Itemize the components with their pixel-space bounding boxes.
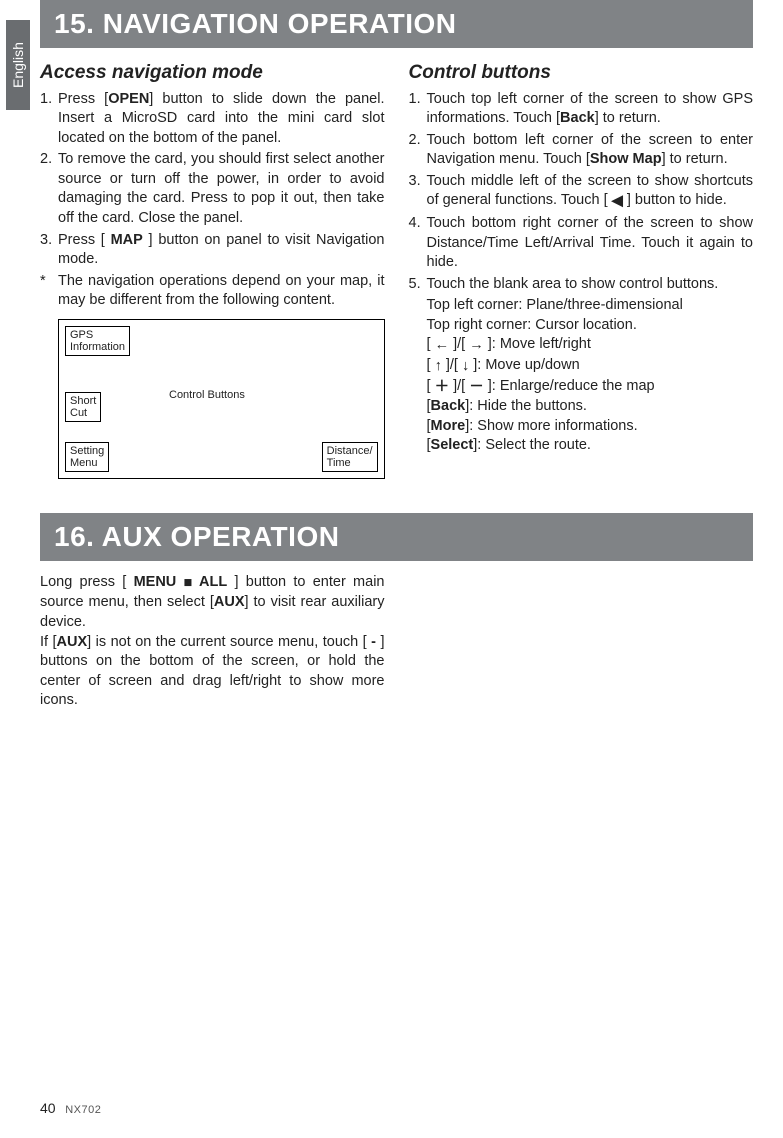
screen-layout-diagram: GPS Information Short Cut Setting Menu C… — [58, 319, 385, 479]
t: ]: Select the route. — [473, 437, 591, 453]
all-label: ALL — [192, 574, 227, 590]
t: Press [ — [58, 91, 108, 107]
plus-icon: ＋ — [435, 378, 450, 398]
t: Press [ — [58, 232, 111, 248]
num: 5. — [409, 275, 427, 295]
num-1: 1. — [40, 90, 58, 149]
num: 3. — [409, 172, 427, 212]
more-label: More — [431, 418, 466, 434]
language-tab: English — [6, 20, 30, 110]
aux-column: Long press [ MENU ■ ALL ] button to ente… — [40, 573, 385, 711]
right-column: Control buttons 1. Touch top left corner… — [409, 60, 754, 479]
minus-icon: － — [469, 378, 484, 398]
t: [ — [427, 357, 435, 373]
ctrl-step-5-text: Touch the blank area to show control but… — [427, 275, 754, 295]
diagram-control-label: Control Buttons — [169, 388, 245, 403]
aux-para-2: If [AUX] is not on the current source me… — [40, 633, 385, 711]
t: ]: Hide the buttons. — [465, 398, 587, 414]
menu-label: MENU — [134, 574, 184, 590]
nav-note-text: The navigation operations depend on your… — [58, 272, 385, 311]
t: [ — [427, 378, 435, 394]
top-left-line: Top left corner: Plane/three-dimensional — [409, 296, 754, 316]
arrow-left-icon: ← — [435, 336, 450, 356]
num: 2. — [409, 131, 427, 170]
nav-step-2: 2. To remove the card, you should first … — [40, 150, 385, 228]
num-2: 2. — [40, 150, 58, 228]
top-right-line: Top right corner: Cursor location. — [409, 316, 754, 336]
t: Long press [ — [40, 574, 134, 590]
chevron-left-icon: ◀ — [612, 192, 623, 212]
square-icon: ■ — [184, 574, 193, 594]
t: ] is not on the current source menu, tou… — [87, 634, 371, 650]
t: ]/[ — [449, 336, 469, 352]
nav-step-3-text: Press [ MAP ] button on panel to visit N… — [58, 231, 385, 270]
nav-step-1-text: Press [OPEN] button to slide down the pa… — [58, 90, 385, 149]
back-label: Back — [431, 398, 466, 414]
num: 4. — [409, 214, 427, 273]
arrow-up-icon: ↑ — [435, 357, 442, 377]
page-footer: 40 NX702 — [40, 1100, 101, 1116]
ctrl-step-1: 1. Touch top left corner of the screen t… — [409, 90, 754, 129]
t: [ — [427, 336, 435, 352]
model-label: NX702 — [65, 1104, 101, 1116]
ctrl-step-2: 2. Touch bottom left corner of the scree… — [409, 131, 754, 170]
section-15-title: 15. NAVIGATION OPERATION — [40, 0, 753, 48]
ctrl-step-2-text: Touch bottom left corner of the screen t… — [427, 131, 754, 170]
arrow-right-icon: → — [469, 336, 484, 356]
t: ]/[ — [449, 378, 469, 394]
ctrl-step-3: 3. Touch middle left of the screen to sh… — [409, 172, 754, 212]
diagram-gps-box: GPS Information — [65, 326, 130, 356]
t: ] button to hide. — [623, 192, 727, 208]
t: If [ — [40, 634, 57, 650]
t: ]/[ — [442, 357, 462, 373]
map-label: MAP — [111, 232, 143, 248]
control-buttons-heading: Control buttons — [409, 60, 754, 86]
ctrl-step-3-text: Touch middle left of the screen to show … — [427, 172, 754, 212]
diagram-shortcut-box: Short Cut — [65, 392, 101, 422]
aux-label: AUX — [57, 634, 88, 650]
empty-column — [409, 573, 754, 711]
t: ]: Show more informations. — [465, 418, 637, 434]
open-label: OPEN — [108, 91, 149, 107]
aux-para-1: Long press [ MENU ■ ALL ] button to ente… — [40, 573, 385, 633]
line-left-right: [ ← ]/[ → ]: Move left/right — [409, 335, 754, 356]
line-select: [Select]: Select the route. — [409, 436, 754, 456]
asterisk: * — [40, 272, 58, 311]
line-up-down: [ ↑ ]/[ ↓ ]: Move up/down — [409, 356, 754, 377]
ctrl-step-5: 5. Touch the blank area to show control … — [409, 275, 754, 295]
ctrl-step-4: 4. Touch bottom right corner of the scre… — [409, 214, 754, 273]
page-number: 40 — [40, 1100, 56, 1116]
select-label: Select — [431, 437, 474, 453]
t: ]: Move up/down — [469, 357, 579, 373]
num-3: 3. — [40, 231, 58, 270]
nav-step-2-text: To remove the card, you should first sel… — [58, 150, 385, 228]
line-more: [More]: Show more informations. — [409, 417, 754, 437]
nav-step-1: 1. Press [OPEN] button to slide down the… — [40, 90, 385, 149]
diagram-distance-box: Distance/ Time — [322, 442, 378, 472]
num: 1. — [409, 90, 427, 129]
t: ] to return. — [662, 151, 728, 167]
line-back: [Back]: Hide the buttons. — [409, 397, 754, 417]
aux-label: AUX — [214, 594, 245, 610]
t: ] to return. — [595, 110, 661, 126]
t: ]: Move left/right — [484, 336, 591, 352]
nav-step-3: 3. Press [ MAP ] button on panel to visi… — [40, 231, 385, 270]
access-nav-heading: Access navigation mode — [40, 60, 385, 86]
ctrl-step-1-text: Touch top left corner of the screen to s… — [427, 90, 754, 129]
ctrl-step-4-text: Touch bottom right corner of the screen … — [427, 214, 754, 273]
section-16-title: 16. AUX OPERATION — [40, 513, 753, 561]
nav-note: * The navigation operations depend on yo… — [40, 272, 385, 311]
back-label: Back — [560, 110, 595, 126]
line-plus-minus: [ ＋ ]/[ － ]: Enlarge/reduce the map — [409, 377, 754, 398]
showmap-label: Show Map — [590, 151, 662, 167]
t: ]: Enlarge/reduce the map — [484, 378, 655, 394]
left-column: Access navigation mode 1. Press [OPEN] b… — [40, 60, 385, 479]
diagram-setting-box: Setting Menu — [65, 442, 109, 472]
